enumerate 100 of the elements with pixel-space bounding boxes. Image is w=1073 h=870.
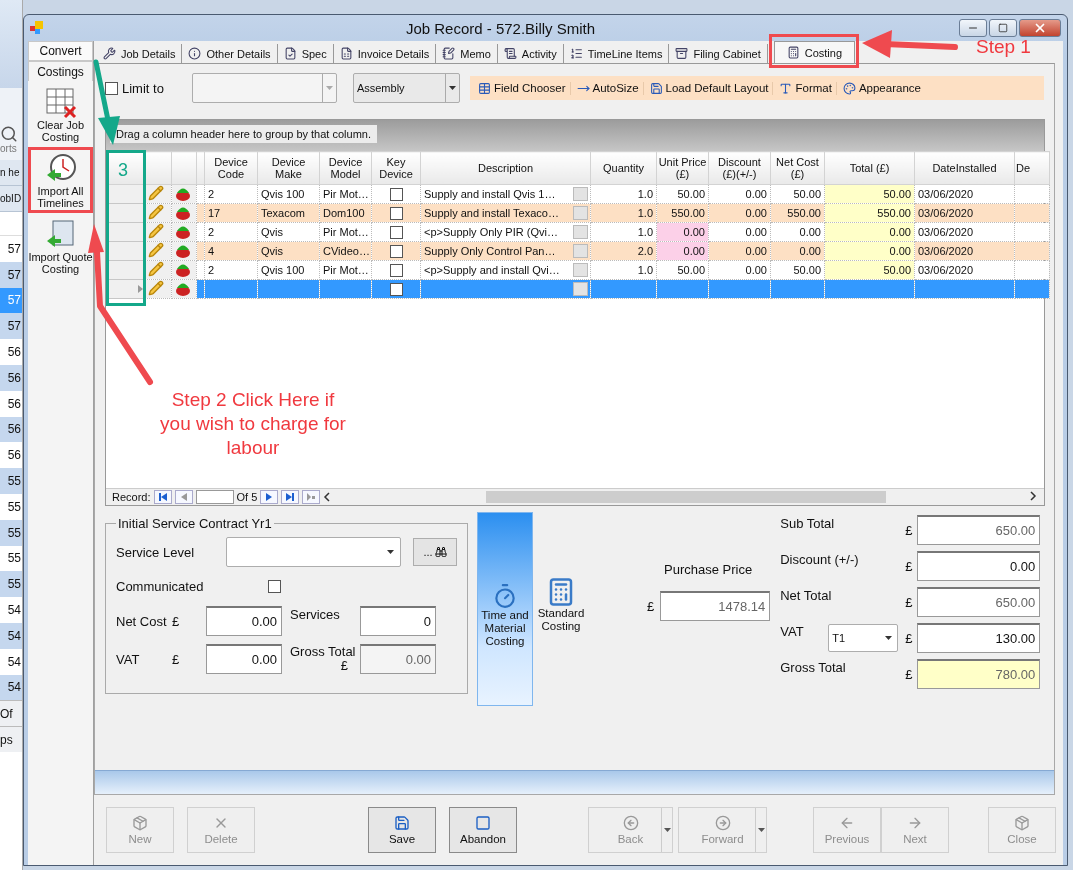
gross-total-field[interactable]: 0.00 bbox=[360, 644, 436, 674]
table-cell: Supply and install Qvis 1… bbox=[424, 188, 556, 200]
step-label: Step 1 bbox=[976, 35, 1031, 59]
list-row[interactable]: 57 bbox=[0, 313, 22, 340]
next-record-button[interactable] bbox=[260, 490, 279, 504]
toolbar-button[interactable]: AutoSize bbox=[572, 81, 644, 95]
notebook-icon bbox=[442, 47, 456, 60]
column-header[interactable]: Description bbox=[420, 151, 591, 185]
checkbox[interactable] bbox=[389, 187, 403, 201]
column-header[interactable]: Key Device bbox=[371, 151, 421, 185]
services-field[interactable]: 0 bbox=[360, 606, 436, 636]
column-header[interactable]: Device Make bbox=[257, 151, 320, 185]
pencil-icon[interactable] bbox=[148, 280, 164, 296]
column-header[interactable]: Discount (£)(+/-) bbox=[708, 151, 771, 185]
scrollbar-thumb[interactable] bbox=[486, 491, 887, 503]
dropdown-arrow-icon[interactable] bbox=[387, 550, 394, 554]
list-row[interactable]: 56 bbox=[0, 416, 22, 443]
info-icon bbox=[188, 47, 202, 60]
toolbar-button[interactable]: Load Default Layout bbox=[645, 81, 774, 95]
total-field[interactable]: 780.00 bbox=[917, 659, 1041, 689]
palette-icon bbox=[842, 81, 856, 95]
toolbar-button[interactable]: Format bbox=[775, 81, 837, 95]
toolbar-button[interactable]: Abandon bbox=[449, 807, 517, 853]
purchase-price-field[interactable]: 1478.14 bbox=[660, 591, 771, 621]
pencil-icon[interactable] bbox=[148, 185, 164, 201]
table-cell: 2 bbox=[204, 222, 258, 242]
list-row[interactable]: 55 bbox=[0, 519, 22, 546]
dropdown-arrow-icon[interactable] bbox=[885, 636, 893, 640]
browse-button[interactable]: ... bbox=[413, 538, 457, 566]
pencil-icon[interactable] bbox=[148, 242, 164, 258]
side-tab[interactable]: Convert bbox=[28, 41, 93, 61]
window-title: Job Record - 572.Billy Smith bbox=[404, 19, 597, 37]
column-header[interactable]: DateInstalled bbox=[914, 151, 1015, 185]
list-row[interactable]: 54 bbox=[0, 622, 22, 649]
toolbar-button[interactable]: Appearance bbox=[838, 81, 925, 95]
close-button[interactable] bbox=[1019, 19, 1061, 37]
currency-symbol: £ bbox=[905, 594, 914, 610]
costing-mode-button[interactable]: Time and Material Costing bbox=[477, 512, 533, 706]
net-cost-field[interactable]: 0.00 bbox=[206, 606, 282, 636]
side-action[interactable]: Clear Job Costing bbox=[28, 81, 93, 147]
list-row[interactable]: 54 bbox=[0, 674, 22, 701]
column-header[interactable]: Total (£) bbox=[824, 151, 915, 185]
column-header[interactable]: Device Code bbox=[204, 151, 258, 185]
list-row[interactable]: 57 bbox=[0, 261, 22, 288]
scroll-right-icon[interactable] bbox=[1030, 491, 1037, 501]
total-field[interactable]: 650.00 bbox=[917, 515, 1041, 545]
tab-label: ps bbox=[0, 726, 22, 753]
list-row[interactable]: 56 bbox=[0, 365, 22, 391]
record-label: Record: bbox=[112, 491, 151, 503]
checkbox[interactable] bbox=[389, 282, 403, 296]
checkbox[interactable] bbox=[389, 206, 403, 220]
tab[interactable]: Costing bbox=[773, 41, 855, 63]
total-field[interactable]: 650.00 bbox=[917, 587, 1041, 617]
toolbar-button[interactable]: Field Chooser bbox=[473, 81, 571, 95]
app-icon bbox=[30, 21, 44, 35]
record-field[interactable] bbox=[195, 490, 234, 504]
field-label: Purchase Price bbox=[664, 562, 754, 577]
vat-code-dropdown[interactable]: T1 bbox=[828, 624, 899, 652]
table-cell: 17 bbox=[204, 203, 258, 223]
side-action[interactable]: Import Quote Costing bbox=[28, 213, 93, 279]
checkbox[interactable] bbox=[389, 263, 403, 277]
scroll-left-icon[interactable] bbox=[324, 492, 331, 502]
list-row[interactable]: 55 bbox=[0, 468, 22, 494]
table-cell: <p>Supply and install Qvi… bbox=[424, 264, 560, 276]
checkbox[interactable] bbox=[389, 244, 403, 258]
currency-symbol: £ bbox=[905, 522, 914, 538]
checkbox[interactable] bbox=[105, 81, 118, 95]
previous-record-button[interactable] bbox=[174, 490, 193, 504]
status-text: Of bbox=[0, 700, 22, 727]
pencil-icon[interactable] bbox=[148, 204, 164, 220]
group-dropdown[interactable]: Assembly bbox=[352, 73, 460, 103]
dropdown-arrow-icon[interactable] bbox=[448, 86, 456, 90]
side-action[interactable]: Import All Timelines bbox=[28, 147, 93, 213]
total-field[interactable]: 0.00 bbox=[917, 551, 1041, 581]
pencil-icon[interactable] bbox=[148, 223, 164, 239]
column-header[interactable]: Quantity bbox=[590, 151, 657, 185]
column-header[interactable]: De bbox=[1014, 151, 1050, 185]
column-header[interactable]: Net Cost (£) bbox=[770, 151, 825, 185]
costing-mode-button[interactable]: Standard Costing bbox=[533, 512, 589, 706]
pencil-icon[interactable] bbox=[148, 261, 164, 277]
square-icon bbox=[475, 815, 491, 831]
currency-symbol: £ bbox=[339, 659, 349, 673]
field-label: Sub Total bbox=[780, 516, 836, 531]
checkbox[interactable] bbox=[389, 225, 403, 239]
column-header[interactable]: Unit Price (£) bbox=[656, 151, 709, 185]
field-label: Gross Total bbox=[290, 645, 357, 659]
field-label: Communicated bbox=[116, 578, 205, 594]
toolbar-button[interactable]: Save bbox=[368, 807, 436, 853]
list-row[interactable]: 55 bbox=[0, 571, 22, 598]
vat-field[interactable]: 0.00 bbox=[206, 644, 282, 674]
side-tab[interactable]: Costings bbox=[28, 61, 93, 81]
maximize-button[interactable] bbox=[989, 19, 1017, 37]
last-record-button[interactable] bbox=[281, 490, 300, 504]
group-hint: Drag a column header here to group by that column. bbox=[110, 125, 377, 143]
back-icon bbox=[622, 815, 639, 831]
checkbox[interactable] bbox=[268, 579, 281, 593]
column-header[interactable]: Device Model bbox=[319, 151, 372, 185]
minimize-button[interactable] bbox=[959, 19, 987, 37]
first-record-button[interactable] bbox=[153, 490, 172, 504]
total-field[interactable]: 130.00 bbox=[917, 623, 1041, 653]
